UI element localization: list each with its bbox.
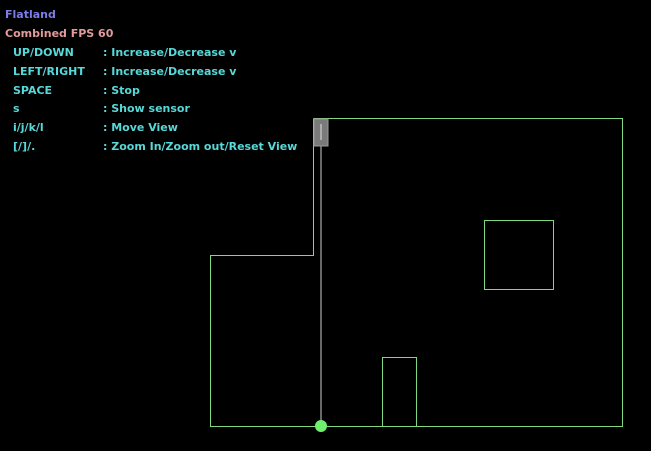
square-obstacle [484,220,554,290]
flatland-viewport[interactable]: Flatland Combined FPS 60 UP/DOWN : Incre… [0,0,651,451]
world-canvas[interactable] [0,0,651,451]
pillar-obstacle [382,357,417,427]
robot-dot-icon[interactable] [315,420,327,432]
